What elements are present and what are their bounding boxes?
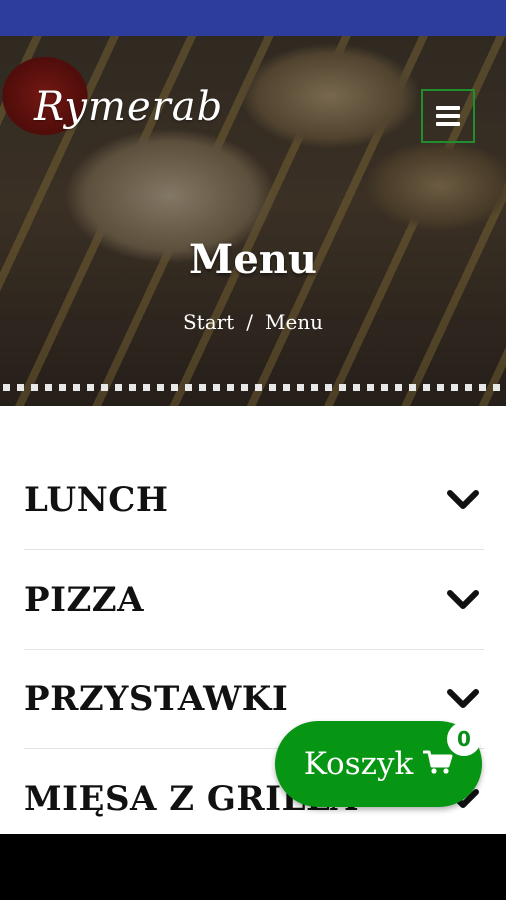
breadcrumb-separator: / (246, 310, 253, 334)
breadcrumb: Start / Menu (0, 310, 506, 334)
breadcrumb-home-link[interactable]: Start (183, 310, 234, 334)
status-bar (0, 0, 506, 36)
category-item-lunch[interactable]: LUNCH (24, 450, 484, 550)
decorative-dotted-border (0, 383, 506, 393)
category-label: PRZYSTAWKI (24, 678, 289, 719)
chevron-down-icon (444, 481, 482, 519)
page-title: Menu (189, 236, 317, 283)
cart-icon (422, 749, 453, 779)
chevron-down-icon (444, 581, 482, 619)
category-label: LUNCH (24, 479, 169, 520)
menu-toggle-button[interactable] (421, 89, 475, 143)
chevron-down-icon (444, 680, 482, 718)
hero-banner: Rymerab Menu Start / Menu (0, 36, 506, 406)
category-item-pizza[interactable]: PIZZA (24, 550, 484, 650)
category-label: PIZZA (24, 579, 144, 620)
hamburger-icon (436, 106, 460, 126)
system-navigation-bar (0, 834, 506, 900)
cart-label: Koszyk (303, 746, 414, 782)
site-logo[interactable]: Rymerab (34, 84, 223, 130)
breadcrumb-current: Menu (264, 310, 324, 334)
cart-count-badge: 0 (447, 722, 481, 756)
